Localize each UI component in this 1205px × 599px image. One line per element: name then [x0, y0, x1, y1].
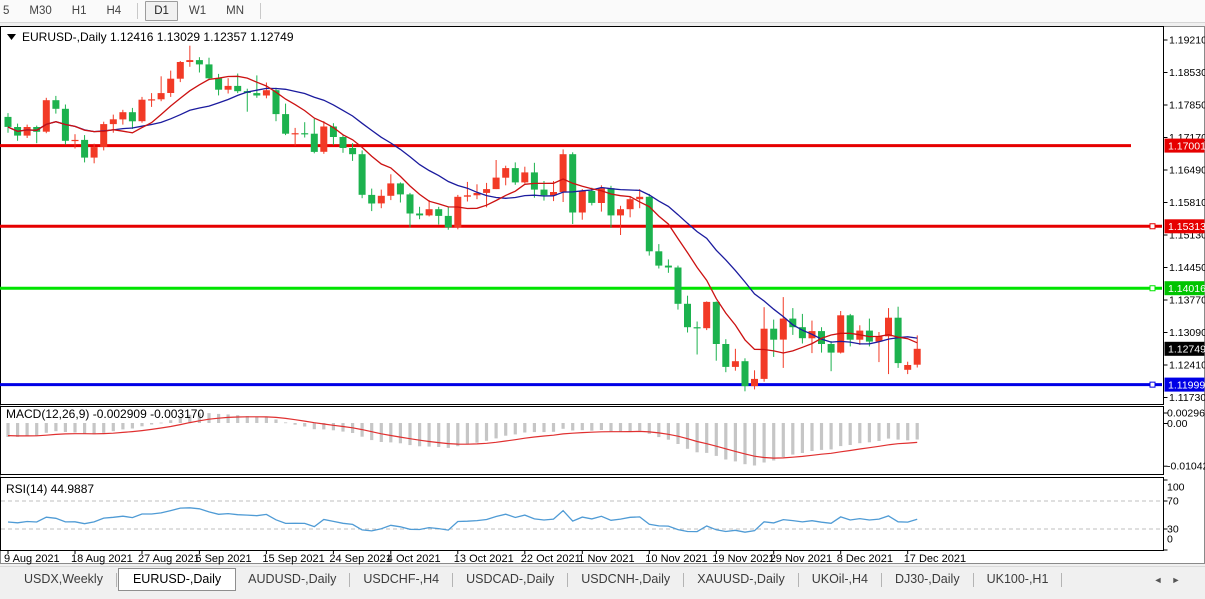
svg-text:27 Aug 2021: 27 Aug 2021 — [138, 553, 200, 565]
svg-text:EURUSD-,Daily 1.12416 1.13029: EURUSD-,Daily 1.12416 1.13029 1.12357 1.… — [22, 30, 294, 44]
chart-tabbar: USDX,WeeklyEURUSD-,DailyAUDUSD-,DailyUSD… — [0, 566, 1205, 592]
svg-text:1 Nov 2021: 1 Nov 2021 — [578, 553, 634, 565]
svg-text:0: 0 — [1167, 534, 1173, 546]
hline-handle[interactable] — [1150, 286, 1155, 291]
tab-uk100-h1[interactable]: UK100-,H1 — [975, 569, 1061, 590]
svg-text:17 Dec 2021: 17 Dec 2021 — [904, 553, 966, 565]
svg-text:1.18530: 1.18530 — [1169, 67, 1205, 79]
svg-text:22 Oct 2021: 22 Oct 2021 — [521, 553, 581, 565]
tab-separator — [973, 573, 974, 587]
svg-text:4 Oct 2021: 4 Oct 2021 — [387, 553, 441, 565]
svg-text:8 Dec 2021: 8 Dec 2021 — [837, 553, 893, 565]
svg-text:1.12410: 1.12410 — [1169, 360, 1205, 372]
trading-terminal: { "toolbar": { "items": ["5","M30","H1",… — [0, 0, 1205, 599]
svg-text:24 Sep 2021: 24 Sep 2021 — [329, 553, 391, 565]
tab-separator — [567, 573, 568, 587]
svg-text:18 Aug 2021: 18 Aug 2021 — [71, 553, 133, 565]
svg-text:-0.010423: -0.010423 — [1167, 461, 1205, 473]
svg-text:1.14450: 1.14450 — [1169, 262, 1205, 274]
svg-text:1.16490: 1.16490 — [1169, 165, 1205, 177]
date-axis: 9 Aug 2021 18 Aug 2021 27 Aug 20216 Sep 20… — [4, 551, 966, 566]
chart-canvas[interactable]: 1.192101.185301.178501.171701.164901.158… — [0, 0, 1205, 599]
tab-xauusd-daily[interactable]: XAUUSD-,Daily — [685, 569, 797, 590]
tab-separator — [452, 573, 453, 587]
svg-text:1.17850: 1.17850 — [1169, 100, 1205, 112]
svg-text:6 Sep 2021: 6 Sep 2021 — [195, 553, 251, 565]
svg-text:1.17001: 1.17001 — [1168, 140, 1205, 152]
tab-separator — [349, 573, 350, 587]
svg-text:1.13770: 1.13770 — [1169, 295, 1205, 307]
rsi-panel — [1, 478, 1164, 551]
svg-text:1.15313: 1.15313 — [1168, 221, 1205, 233]
svg-text:100: 100 — [1167, 482, 1185, 494]
svg-text:13 Oct 2021: 13 Oct 2021 — [454, 553, 514, 565]
svg-text:1.11999: 1.11999 — [1168, 379, 1205, 391]
status-bar — [0, 592, 1205, 599]
svg-text:10 Nov 2021: 10 Nov 2021 — [645, 553, 707, 565]
hline-handle[interactable] — [1150, 382, 1155, 387]
current-price-label: 1.12749 — [1165, 342, 1205, 356]
chart-title: EURUSD-,Daily 1.12416 1.13029 1.12357 1.… — [7, 30, 294, 44]
tab-usdcad-daily[interactable]: USDCAD-,Daily — [454, 569, 566, 590]
svg-text:15 Sep 2021: 15 Sep 2021 — [262, 553, 324, 565]
tab-separator — [1061, 573, 1062, 587]
rsi-label: RSI(14) 44.9887 — [6, 482, 94, 496]
hline-price-label: 1.11999 — [1165, 378, 1205, 392]
svg-text:1.12749: 1.12749 — [1168, 344, 1205, 356]
tab-ukoil-h4[interactable]: UKOil-,H4 — [800, 569, 880, 590]
svg-text:1.13090: 1.13090 — [1169, 327, 1205, 339]
hline-price-label: 1.14016 — [1165, 281, 1205, 295]
svg-text:1.14016: 1.14016 — [1168, 283, 1205, 295]
svg-text:70: 70 — [1167, 496, 1179, 508]
tab-separator — [683, 573, 684, 587]
tab-usdcnh-daily[interactable]: USDCNH-,Daily — [569, 569, 682, 590]
tab-audusd-daily[interactable]: AUDUSD-,Daily — [236, 569, 348, 590]
tab-separator — [116, 573, 117, 587]
hline-price-label: 1.15313 — [1165, 219, 1205, 233]
svg-text:1.15810: 1.15810 — [1169, 197, 1205, 209]
macd-label: MACD(12,26,9) -0.002909 -0.003170 — [6, 407, 204, 421]
svg-text:9 Aug 2021: 9 Aug 2021 — [4, 553, 60, 565]
tab-scroll-right-icon[interactable]: ► — [1169, 574, 1183, 586]
tab-usdx-weekly[interactable]: USDX,Weekly — [12, 569, 115, 590]
tab-separator — [798, 573, 799, 587]
svg-text:1.19210: 1.19210 — [1169, 35, 1205, 47]
hline-handle[interactable] — [1150, 224, 1155, 229]
svg-text:0.00: 0.00 — [1167, 418, 1188, 430]
svg-text:19 Nov 2021: 19 Nov 2021 — [712, 553, 774, 565]
tab-scroll-left-icon[interactable]: ◄ — [1151, 574, 1165, 586]
tab-eurusd-daily[interactable]: EURUSD-,Daily — [118, 568, 236, 591]
svg-text:29 Nov 2021: 29 Nov 2021 — [770, 553, 832, 565]
tab-dj30-daily[interactable]: DJ30-,Daily — [883, 569, 972, 590]
hline-price-label: 1.17001 — [1165, 139, 1205, 153]
tab-usdchf-h4[interactable]: USDCHF-,H4 — [351, 569, 451, 590]
tab-separator — [881, 573, 882, 587]
svg-text:1.11730: 1.11730 — [1169, 392, 1205, 404]
